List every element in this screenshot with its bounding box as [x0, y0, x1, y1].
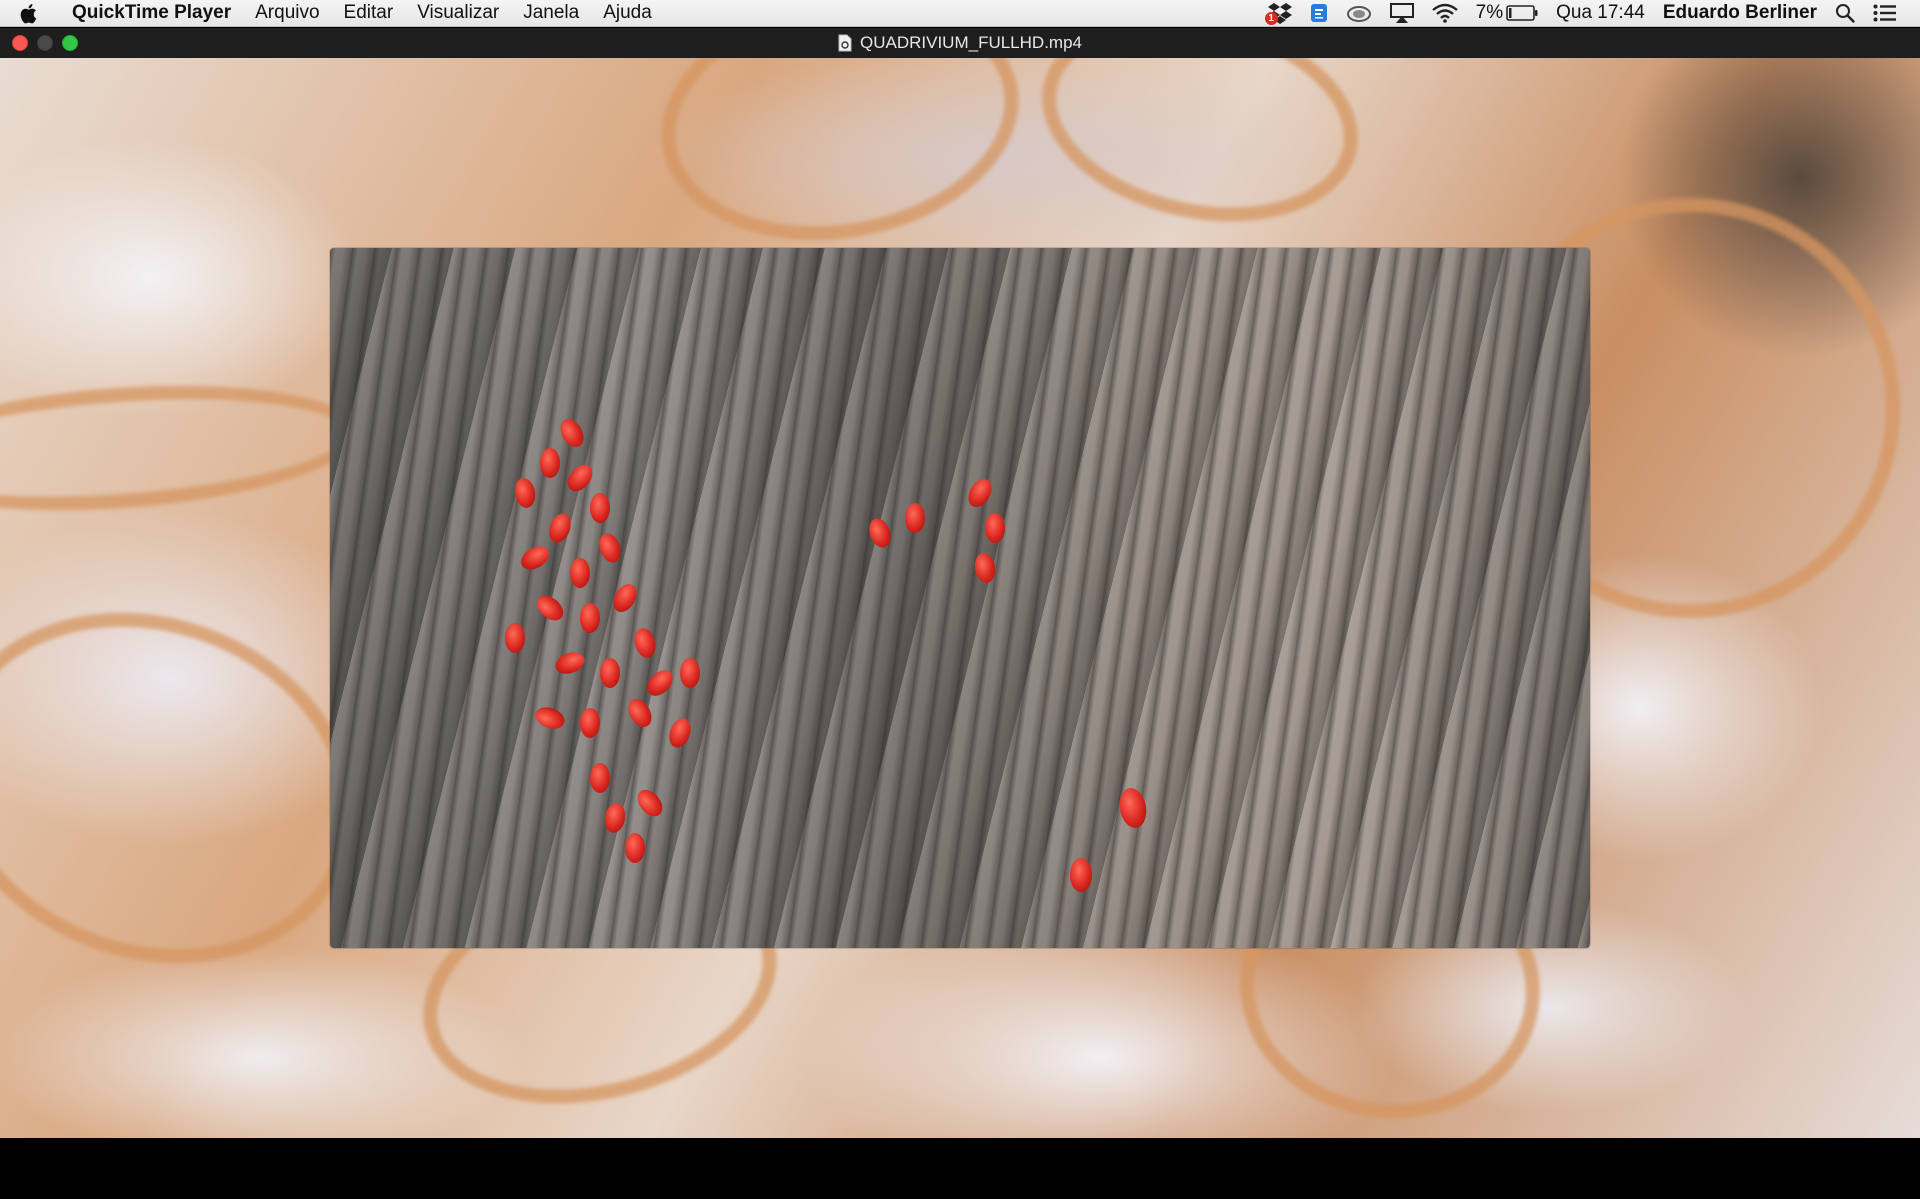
- video-player-area[interactable]: [0, 58, 1920, 1138]
- red-bug: [632, 785, 668, 821]
- menu-app-name[interactable]: QuickTime Player: [56, 2, 243, 24]
- notification-center-icon[interactable]: [1873, 0, 1897, 26]
- red-bug: [680, 658, 700, 688]
- red-bug: [595, 530, 625, 566]
- menu-arquivo[interactable]: Arquivo: [243, 2, 331, 24]
- red-bug: [905, 503, 925, 533]
- red-bug: [562, 460, 598, 496]
- clock[interactable]: Qua 17:44: [1556, 2, 1645, 24]
- red-bug: [625, 833, 645, 863]
- dropbox-badge: 1: [1264, 12, 1278, 25]
- menu-janela[interactable]: Janela: [511, 2, 591, 24]
- red-bug: [505, 623, 525, 653]
- video-inner-frame: [330, 248, 1590, 948]
- red-bug: [608, 580, 642, 616]
- red-bug: [555, 415, 589, 451]
- red-bug: [517, 541, 553, 575]
- red-bug: [600, 658, 620, 688]
- red-bug: [512, 476, 538, 510]
- close-button[interactable]: [12, 35, 28, 51]
- app-indicator-icon[interactable]: [1310, 0, 1328, 26]
- window-title-group: QUADRIVIUM_FULLHD.mp4: [838, 33, 1082, 53]
- menu-extras: 1 7% Qua 17:44 Eduardo Berliner: [1259, 0, 1920, 26]
- red-bug: [552, 648, 588, 678]
- menu-visualizar[interactable]: Visualizar: [405, 2, 511, 24]
- red-bug: [532, 590, 568, 626]
- background-strand: [1022, 58, 1378, 250]
- red-bug: [642, 665, 678, 701]
- cloud-sync-icon[interactable]: [1346, 0, 1372, 26]
- red-bug: [540, 448, 560, 478]
- battery-icon[interactable]: [1506, 0, 1538, 26]
- red-bug: [665, 715, 695, 751]
- airplay-icon[interactable]: [1389, 0, 1414, 26]
- user-name[interactable]: Eduardo Berliner: [1663, 2, 1817, 24]
- wifi-icon[interactable]: [1431, 0, 1458, 26]
- menu-editar[interactable]: Editar: [332, 2, 406, 24]
- menu-bar: QuickTime Player Arquivo Editar Visualiz…: [0, 0, 1920, 27]
- red-bug: [1070, 858, 1092, 892]
- red-bug: [865, 515, 895, 551]
- window-title: QUADRIVIUM_FULLHD.mp4: [860, 33, 1082, 52]
- red-bug: [972, 551, 998, 585]
- battery-percent[interactable]: 7%: [1476, 2, 1503, 24]
- movie-file-icon[interactable]: [838, 34, 852, 52]
- minimize-button[interactable]: [37, 35, 53, 51]
- menu-ajuda[interactable]: Ajuda: [591, 2, 664, 24]
- red-bug: [545, 510, 575, 546]
- background-strand: [0, 371, 364, 525]
- red-bug: [580, 603, 600, 633]
- dropbox-icon[interactable]: 1: [1264, 0, 1292, 26]
- letterbox-bar: [0, 1138, 1920, 1199]
- menu-left: QuickTime Player Arquivo Editar Visualiz…: [0, 0, 664, 26]
- red-bug: [580, 708, 600, 738]
- red-bug: [590, 763, 610, 793]
- background-strand: [641, 58, 1039, 268]
- red-bug: [963, 475, 997, 511]
- red-bug: [631, 625, 659, 661]
- red-bug: [532, 703, 568, 733]
- window-controls: [12, 35, 78, 51]
- spotlight-icon[interactable]: [1835, 0, 1855, 26]
- red-bug: [602, 801, 628, 835]
- red-bug: [985, 513, 1005, 543]
- red-bug: [570, 558, 590, 588]
- apple-icon[interactable]: [0, 3, 56, 24]
- zoom-button[interactable]: [62, 35, 78, 51]
- red-bug: [1116, 786, 1150, 830]
- window-title-bar[interactable]: QUADRIVIUM_FULLHD.mp4: [0, 28, 1920, 58]
- red-bug: [623, 695, 657, 731]
- red-bug: [590, 493, 610, 523]
